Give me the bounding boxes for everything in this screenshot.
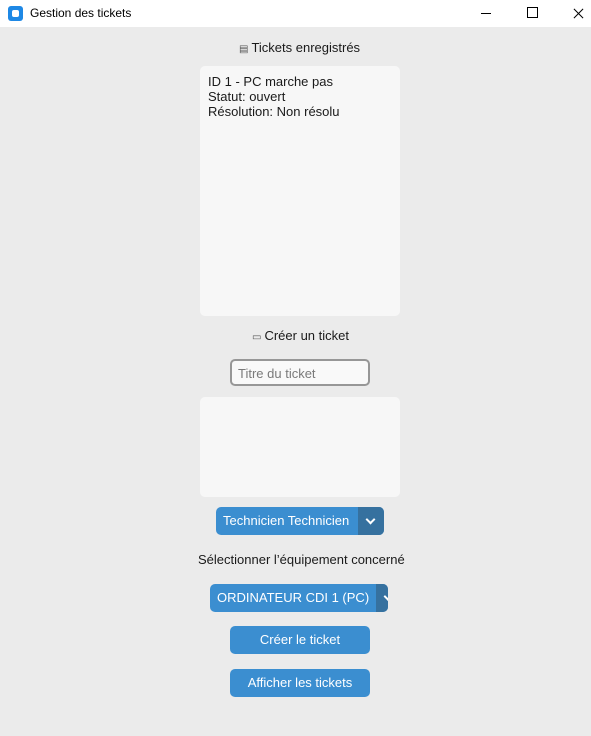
minimize-icon[interactable] — [463, 0, 509, 27]
ticket-title-placeholder: Titre du ticket — [238, 366, 316, 381]
tickets-heading: ▤ Tickets enregistrés — [239, 40, 360, 55]
window-title: Gestion des tickets — [30, 6, 132, 20]
create-ticket-heading: ▭ Créer un ticket — [252, 328, 349, 343]
ticket-line: ID 1 - PC marche pas — [208, 74, 333, 89]
ticket-line: Résolution: Non résolu — [208, 104, 340, 119]
create-ticket-heading-label: Créer un ticket — [264, 328, 349, 343]
close-icon[interactable] — [555, 0, 591, 27]
maximize-icon[interactable] — [509, 0, 555, 27]
technician-select[interactable]: Technicien Technicien — [216, 507, 384, 535]
window-titlebar: Gestion des tickets — [0, 0, 591, 27]
equipment-select[interactable]: ORDINATEUR CDI 1 (PC) — [210, 584, 388, 612]
equipment-select-value: ORDINATEUR CDI 1 (PC) — [217, 590, 370, 605]
tickets-list-textbox[interactable]: ID 1 - PC marche pas Statut: ouvert Réso… — [200, 66, 400, 316]
ticket-description-textbox[interactable] — [200, 397, 400, 497]
tickets-heading-label: Tickets enregistrés — [251, 40, 361, 55]
ticket-title-input[interactable]: Titre du ticket — [230, 359, 370, 386]
clipboard-icon: ▤ — [239, 44, 249, 55]
equipment-label: Sélectionner l’équipement concerné — [198, 552, 405, 567]
ticket-line: Statut: ouvert — [208, 89, 286, 104]
inbox-icon: ▭ — [252, 332, 262, 343]
show-tickets-button[interactable]: Afficher les tickets — [230, 669, 370, 697]
create-ticket-button[interactable]: Créer le ticket — [230, 626, 370, 654]
chevron-down-icon[interactable] — [358, 507, 384, 535]
app-icon — [8, 6, 23, 21]
chevron-down-icon[interactable] — [376, 584, 388, 612]
technician-select-value: Technicien Technicien — [223, 513, 350, 528]
